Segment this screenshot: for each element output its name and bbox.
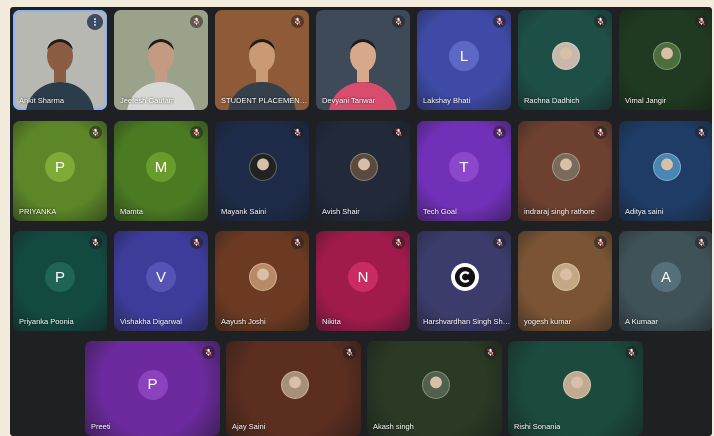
participant-name: Avish Shair — [322, 207, 360, 216]
avatar — [552, 263, 580, 291]
avatar — [249, 263, 277, 291]
more-vert-icon[interactable] — [87, 14, 103, 30]
participant-tile[interactable]: Ajay Saini — [226, 341, 361, 436]
participant-tile[interactable]: Aayush Joshi — [215, 231, 309, 331]
mic-off-icon — [625, 346, 638, 359]
mic-off-icon — [190, 236, 203, 249]
participant-name: Nikita — [322, 317, 341, 326]
participant-name: Preeti — [91, 422, 111, 431]
participant-name: Harshvardhan Singh She... — [423, 317, 511, 326]
participant-tile[interactable]: Harshvardhan Singh She... — [417, 231, 511, 331]
participant-name: Vishakha Digarwal — [120, 317, 182, 326]
mic-off-icon — [392, 15, 405, 28]
avatar: T — [449, 152, 479, 182]
participant-name: Lakshay Bhati — [423, 96, 471, 105]
participant-name: Aayush Joshi — [221, 317, 266, 326]
participant-name: Devyani Tanwar — [322, 96, 376, 105]
video-grid: Ankit Sharma Jeetesh Gautam STUDENT PLACEM… — [10, 7, 712, 436]
participant-tile[interactable]: P Preeti — [85, 341, 220, 436]
participant-tile[interactable]: Devyani Tanwar — [316, 10, 410, 110]
mic-off-icon — [392, 236, 405, 249]
participant-name: Ankit Sharma — [19, 96, 65, 105]
participant-tile[interactable]: Akash singh — [367, 341, 502, 436]
participant-name: Rishi Sonania — [514, 422, 561, 431]
mic-off-icon — [343, 346, 356, 359]
avatar: P — [45, 152, 75, 182]
participant-tile[interactable]: P PRIYANKA — [13, 121, 107, 221]
mic-off-icon — [594, 236, 607, 249]
avatar — [421, 370, 450, 399]
participant-tile[interactable]: Jeetesh Gautam — [114, 10, 208, 110]
avatar — [280, 370, 309, 399]
participant-tile[interactable]: STUDENT PLACEMENT C... — [215, 10, 309, 110]
avatar: N — [348, 262, 378, 292]
mic-off-icon — [291, 236, 304, 249]
participant-tile[interactable]: P Priyanka Poonia — [13, 231, 107, 331]
mic-off-icon — [695, 236, 708, 249]
mic-off-icon — [291, 126, 304, 139]
participant-tile[interactable]: Mayank Saini — [215, 121, 309, 221]
participant-tile[interactable]: Ankit Sharma — [13, 10, 107, 110]
mic-off-icon — [190, 126, 203, 139]
mic-off-icon — [190, 15, 203, 28]
mic-off-icon — [291, 15, 304, 28]
avatar: P — [137, 369, 168, 400]
mic-off-icon — [594, 15, 607, 28]
avatar — [249, 153, 277, 181]
participant-tile[interactable]: yogesh kumar — [518, 231, 612, 331]
participant-name: Mayank Saini — [221, 207, 267, 216]
participant-name: A Kumaar — [625, 317, 658, 326]
participant-tile[interactable]: Aditya saini — [619, 121, 712, 221]
participant-name: Akash singh — [373, 422, 414, 431]
participant-tile[interactable]: V Vishakha Digarwal — [114, 231, 208, 331]
participant-name: Priyanka Poonia — [19, 317, 74, 326]
avatar — [552, 153, 580, 181]
participant-tile[interactable]: L Lakshay Bhati — [417, 10, 511, 110]
mic-off-icon — [493, 236, 506, 249]
participant-name: Tech Goal — [423, 207, 457, 216]
avatar: L — [449, 41, 479, 71]
mic-off-icon — [89, 236, 102, 249]
mic-off-icon — [484, 346, 497, 359]
mic-off-icon — [594, 126, 607, 139]
avatar — [562, 370, 591, 399]
participant-name: Ajay Saini — [232, 422, 266, 431]
avatar: A — [651, 262, 681, 292]
mic-off-icon — [493, 15, 506, 28]
participant-name: Rachna Dadhich — [524, 96, 580, 105]
mic-off-icon — [493, 126, 506, 139]
avatar — [451, 263, 479, 291]
mic-off-icon — [202, 346, 215, 359]
participant-tile[interactable]: M Mamta — [114, 121, 208, 221]
participant-name: Jeetesh Gautam — [120, 96, 176, 105]
mic-off-icon — [695, 15, 708, 28]
avatar: V — [146, 262, 176, 292]
participant-tile[interactable]: Avish Shair — [316, 121, 410, 221]
avatar: M — [146, 152, 176, 182]
participant-tile[interactable]: indraraj singh rathore — [518, 121, 612, 221]
participant-name: STUDENT PLACEMENT C... — [221, 96, 309, 105]
mic-off-icon — [392, 126, 405, 139]
participant-name: Aditya saini — [625, 207, 664, 216]
participant-tile[interactable]: Rachna Dadhich — [518, 10, 612, 110]
participant-tile[interactable]: T Tech Goal — [417, 121, 511, 221]
participant-tile[interactable]: N Nikita — [316, 231, 410, 331]
avatar — [552, 42, 580, 70]
participant-tile[interactable]: Rishi Sonania — [508, 341, 643, 436]
participant-name: PRIYANKA — [19, 207, 57, 216]
participant-name: yogesh kumar — [524, 317, 572, 326]
avatar — [653, 42, 681, 70]
mic-off-icon — [89, 126, 102, 139]
participant-tile[interactable]: A A Kumaar — [619, 231, 712, 331]
participant-name: Mamta — [120, 207, 143, 216]
participant-tile[interactable]: Vimal Jangir — [619, 10, 712, 110]
avatar — [653, 153, 681, 181]
participant-name: Vimal Jangir — [625, 96, 667, 105]
avatar: P — [45, 262, 75, 292]
mic-off-icon — [695, 126, 708, 139]
participant-name: indraraj singh rathore — [524, 207, 595, 216]
avatar — [350, 153, 378, 181]
